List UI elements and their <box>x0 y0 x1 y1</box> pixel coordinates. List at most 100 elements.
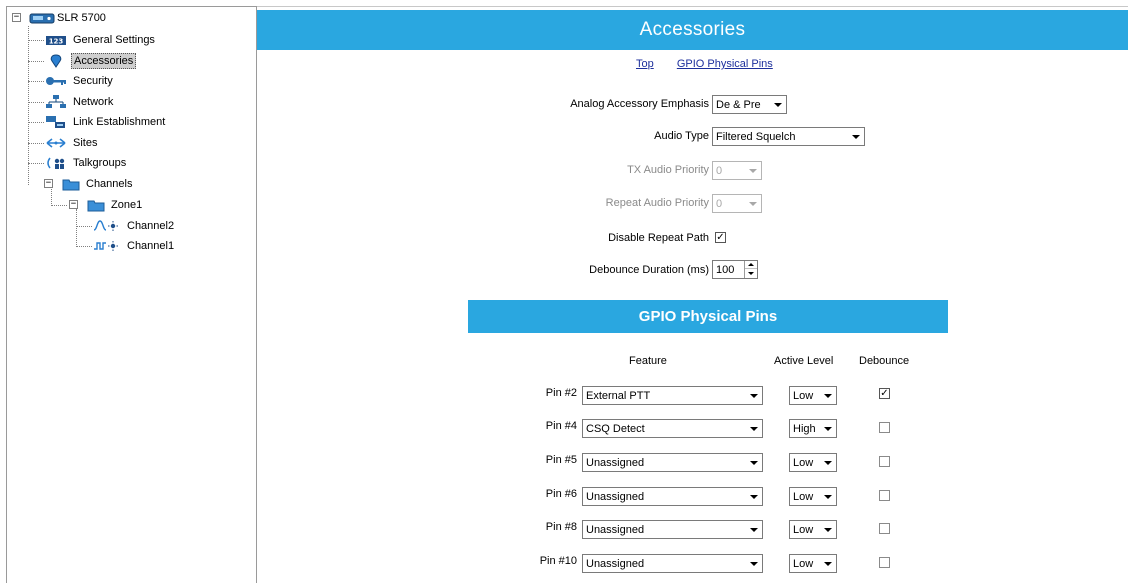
select-value: Filtered Squelch <box>716 130 796 143</box>
tree-label: Sites <box>73 137 98 149</box>
chevron-down-icon <box>821 489 835 504</box>
pin-active-level-select[interactable]: High <box>789 419 837 438</box>
pin-label: Pin #5 <box>545 454 577 466</box>
collapse-root-toggle[interactable]: − <box>12 13 21 22</box>
select-value: De & Pre <box>716 98 761 111</box>
pin-feature-select[interactable]: Unassigned <box>582 453 763 472</box>
audio-type-label: Audio Type <box>654 130 709 142</box>
pin-active-level-select[interactable]: Low <box>789 453 837 472</box>
sites-icon <box>45 136 67 150</box>
chevron-down-icon <box>747 522 761 537</box>
tree-node-sites[interactable]: Sites <box>45 134 99 152</box>
anchor-links: Top GPIO Physical Pins <box>636 58 793 70</box>
chevron-down-icon <box>821 388 835 403</box>
pin-debounce-checkbox[interactable] <box>879 422 890 433</box>
tree-connector <box>28 122 44 123</box>
tree-node-general-settings[interactable]: 123 General Settings <box>45 31 157 49</box>
tree-label: Channel2 <box>127 220 175 232</box>
tree-node-root[interactable]: SLR 5700 <box>29 9 108 27</box>
pin-debounce-checkbox[interactable]: ✓ <box>879 388 890 399</box>
select-value: Unassigned <box>586 557 645 570</box>
chevron-down-icon <box>747 455 761 470</box>
collapse-zone-toggle[interactable]: − <box>69 200 78 209</box>
tree-node-link-establishment[interactable]: Link Establishment <box>45 113 167 131</box>
pin-debounce-checkbox[interactable] <box>879 456 890 467</box>
pin-feature-select[interactable]: CSQ Detect <box>582 419 763 438</box>
page-title: Accessories <box>257 10 1128 50</box>
tree-label: Link Establishment <box>73 116 166 128</box>
pin-feature-select[interactable]: Unassigned <box>582 554 763 573</box>
tree-label: Talkgroups <box>73 157 127 169</box>
tx-audio-priority-label: TX Audio Priority <box>627 164 709 176</box>
pin-active-level-select[interactable]: Low <box>789 554 837 573</box>
chevron-down-icon <box>771 97 785 112</box>
tree-connector <box>28 61 44 62</box>
select-value: Unassigned <box>586 490 645 503</box>
tree-connector <box>76 246 92 247</box>
tree-label: Channels <box>86 178 133 190</box>
tree-label: General Settings <box>73 34 155 46</box>
folder-icon <box>87 198 105 212</box>
tree-connector <box>28 143 44 144</box>
chevron-down-icon <box>747 388 761 403</box>
pin-label: Pin #2 <box>545 387 577 399</box>
select-value: Unassigned <box>586 523 645 536</box>
active-level-column-header: Active Level <box>774 355 834 367</box>
chevron-down-icon <box>746 196 760 211</box>
pin-label: Pin #8 <box>545 521 577 533</box>
pin-active-level-select[interactable]: Low <box>789 487 837 506</box>
increment-icon[interactable] <box>745 261 757 269</box>
analog-emphasis-select[interactable]: De & Pre <box>712 95 787 114</box>
tree-connector <box>51 189 52 206</box>
tree-connector <box>28 40 44 41</box>
tree-connector <box>28 163 44 164</box>
select-value: External PTT <box>586 389 651 402</box>
tx-audio-priority-select: 0 <box>712 161 762 180</box>
key-icon <box>45 74 67 88</box>
tree-connector <box>76 209 77 247</box>
gpio-physical-pins-link[interactable]: GPIO Physical Pins <box>677 58 773 70</box>
navigation-tree[interactable]: − SLR 5700 123 General Settings Accessor… <box>6 6 257 583</box>
tree-node-talkgroups[interactable]: Talkgroups <box>45 154 128 172</box>
audio-type-select[interactable]: Filtered Squelch <box>712 127 865 146</box>
spinner-buttons[interactable] <box>744 261 757 278</box>
chevron-down-icon <box>821 455 835 470</box>
tree-node-accessories[interactable]: Accessories <box>45 52 137 70</box>
accessories-icon <box>45 54 67 68</box>
pin-debounce-checkbox[interactable] <box>879 523 890 534</box>
decrement-icon[interactable] <box>745 269 757 277</box>
disable-repeat-path-checkbox[interactable]: ✓ <box>715 232 726 243</box>
tree-node-network[interactable]: Network <box>45 93 115 111</box>
chevron-down-icon <box>821 556 835 571</box>
pin-active-level-select[interactable]: Low <box>789 520 837 539</box>
pin-debounce-checkbox[interactable] <box>879 557 890 568</box>
tree-connector <box>28 26 29 185</box>
folder-icon <box>62 177 80 191</box>
debounce-duration-label: Debounce Duration (ms) <box>589 264 709 276</box>
tree-label: Security <box>73 75 113 87</box>
link-establishment-icon <box>45 115 67 129</box>
debounce-duration-spinner[interactable]: 100 <box>712 260 758 279</box>
pin-feature-select[interactable]: Unassigned <box>582 520 763 539</box>
tree-label: Zone1 <box>111 199 143 211</box>
top-link[interactable]: Top <box>636 58 654 70</box>
tree-node-zone1[interactable]: Zone1 <box>87 196 144 214</box>
debounce-column-header: Debounce <box>859 355 910 367</box>
pin-feature-select[interactable]: Unassigned <box>582 487 763 506</box>
chevron-down-icon <box>747 489 761 504</box>
pin-debounce-checkbox[interactable] <box>879 490 890 501</box>
tree-node-security[interactable]: Security <box>45 72 115 90</box>
tree-label: Accessories <box>71 53 137 69</box>
tree-node-channel1[interactable]: Channel1 <box>93 237 176 255</box>
tree-connector <box>28 81 44 82</box>
divider <box>257 6 1128 7</box>
collapse-channels-toggle[interactable]: − <box>44 179 53 188</box>
tree-node-channels[interactable]: Channels <box>62 175 134 193</box>
pin-feature-select[interactable]: External PTT <box>582 386 763 405</box>
talkgroups-icon <box>45 156 67 170</box>
gpio-section-header: GPIO Physical Pins <box>468 300 948 333</box>
tree-node-channel2[interactable]: Channel2 <box>93 217 176 235</box>
select-value: Low <box>793 557 814 570</box>
chevron-down-icon <box>821 421 835 436</box>
pin-active-level-select[interactable]: Low <box>789 386 837 405</box>
